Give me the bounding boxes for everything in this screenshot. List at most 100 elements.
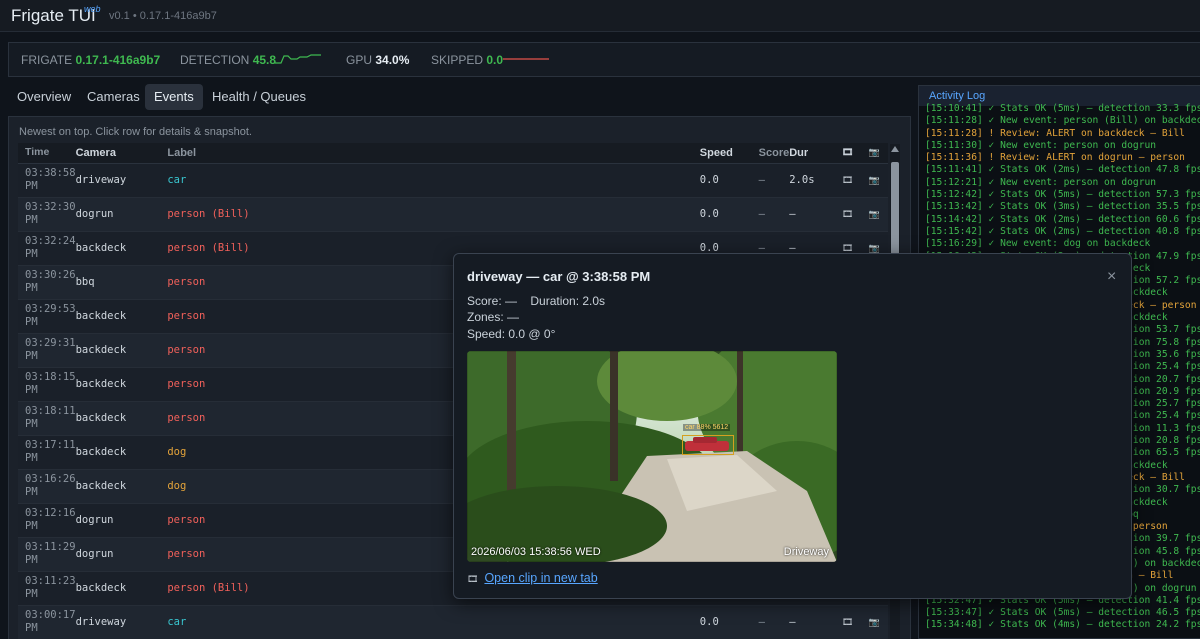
stat-skipped-value: 0.0: [486, 53, 504, 67]
tab-health-queues[interactable]: Health / Queues: [203, 84, 315, 110]
log-line: [15:11:30] ✓ New event: person on dogrun: [925, 139, 1157, 151]
log-line: [15:10:41] ✓ Stats OK (5ms) — detection …: [925, 103, 1200, 114]
film-icon[interactable]: 🎞: [834, 163, 862, 198]
event-row[interactable]: 03:38:58 PM driveway car 0.0—2.0s 🎞 📷: [18, 163, 888, 198]
col-camera[interactable]: Camera: [75, 143, 168, 164]
event-time: 03:29:53 PM: [18, 299, 76, 334]
event-time: 03:18:15 PM: [18, 367, 76, 402]
detection-sparkline: [275, 54, 321, 64]
camera-icon[interactable]: 📷: [861, 163, 888, 198]
events-header-row: Time Camera Label Speed Score Dur 🎞 📷: [18, 143, 888, 164]
col-time[interactable]: Time: [18, 143, 76, 164]
col-clip-icon: 🎞: [834, 143, 862, 164]
col-dur[interactable]: Dur: [789, 143, 835, 164]
events-hint: Newest on top. Click row for details & s…: [19, 126, 252, 138]
stat-detection-label: DETECTION: [180, 53, 250, 67]
stats-bar: FRIGATE 0.17.1-416a9b7 DETECTION 45.8 GP…: [8, 42, 1200, 77]
log-line: [15:11:36] ! Review: ALERT on dogrun — p…: [925, 152, 1185, 164]
stat-detection: DETECTION 45.8: [180, 53, 276, 67]
event-label: car: [167, 163, 700, 198]
app-version: v0.1 • 0.17.1-416a9b7: [109, 10, 217, 22]
modal-zones: Zones: —: [467, 310, 520, 324]
event-camera: backdeck: [75, 367, 168, 402]
event-snapshot-image[interactable]: car 88% 5612 2026/06/03 15:38:56 WED Dri…: [467, 351, 837, 562]
event-camera: backdeck: [75, 571, 168, 606]
event-detail-modal: driveway — car @ 3:38:58 PM × Score: — D…: [453, 253, 1132, 599]
event-speed: 0.0: [699, 163, 759, 198]
event-duration: 2.0s: [789, 163, 835, 198]
film-icon[interactable]: 🎞: [834, 605, 862, 639]
log-line: [15:14:42] ✓ Stats OK (2ms) — detection …: [925, 213, 1200, 225]
camera-icon[interactable]: 📷: [861, 197, 888, 232]
event-time: 03:16:26 PM: [18, 469, 76, 504]
event-label: person (Bill): [167, 197, 700, 232]
stat-skipped-label: SKIPPED: [431, 53, 484, 67]
event-speed: 0.0: [699, 605, 759, 639]
event-camera: backdeck: [75, 435, 168, 470]
close-icon[interactable]: ×: [1107, 268, 1116, 286]
stat-detection-value: 45.8: [252, 53, 277, 67]
event-label: car: [167, 605, 700, 639]
event-camera: backdeck: [75, 231, 168, 266]
event-row[interactable]: 03:00:17 PM driveway car 0.0— — 🎞 📷: [18, 605, 888, 639]
event-camera: backdeck: [75, 299, 168, 334]
event-speed: 0.0: [699, 197, 759, 232]
stat-frigate: FRIGATE 0.17.1-416a9b7: [21, 53, 160, 67]
col-score[interactable]: Score: [758, 143, 790, 164]
modal-speed: Speed: 0.0 @ 0°: [467, 327, 556, 341]
event-time: 03:29:31 PM: [18, 333, 76, 368]
log-line: [15:11:28] ! Review: ALERT on backdeck —…: [925, 127, 1185, 139]
event-duration: —: [789, 605, 835, 639]
stat-gpu: GPU 34.0%: [346, 53, 409, 67]
event-camera: driveway: [75, 605, 168, 639]
col-label[interactable]: Label: [167, 143, 700, 164]
activity-log-title: Activity Log: [929, 90, 986, 102]
event-time: 03:32:24 PM: [18, 231, 76, 266]
event-duration: —: [789, 197, 835, 232]
modal-score-duration: Score: — Duration: 2.0s: [467, 294, 606, 308]
snapshot-timestamp: 2026/06/03 15:38:56 WED: [471, 546, 601, 558]
top-bar: Frigate TUI web v0.1 • 0.17.1-416a9b7: [0, 0, 1200, 32]
log-line: [15:11:41] ✓ Stats OK (2ms) — detection …: [925, 164, 1200, 176]
event-row[interactable]: 03:32:30 PM dogrun person (Bill) 0.0— — 🎞 📷: [18, 197, 888, 232]
tab-overview[interactable]: Overview: [8, 84, 80, 110]
film-icon[interactable]: 🎞: [834, 197, 862, 232]
scroll-up-icon[interactable]: [891, 146, 899, 152]
event-camera: backdeck: [75, 333, 168, 368]
event-time: 03:18:11 PM: [18, 401, 76, 436]
camera-icon[interactable]: 📷: [861, 605, 888, 639]
event-camera: backdeck: [75, 401, 168, 436]
detection-label: car 88% 5612: [683, 424, 731, 431]
tab-cameras[interactable]: Cameras: [78, 84, 149, 110]
event-camera: dogrun: [75, 503, 168, 538]
log-line: [15:15:42] ✓ Stats OK (2ms) — detection …: [925, 225, 1200, 237]
tab-events[interactable]: Events: [145, 84, 203, 110]
log-line: [15:11:28] ✓ New event: person (Bill) on…: [925, 115, 1200, 127]
stat-skipped: SKIPPED 0.0: [431, 53, 503, 67]
event-time: 03:32:30 PM: [18, 197, 76, 232]
stat-gpu-label: GPU: [346, 53, 373, 67]
event-time: 03:11:23 PM: [18, 571, 76, 606]
event-score: —: [758, 197, 790, 232]
event-score: —: [758, 163, 790, 198]
event-score: —: [758, 605, 790, 639]
open-clip-link[interactable]: 🎞 Open clip in new tab: [467, 571, 598, 585]
event-time: 03:17:11 PM: [18, 435, 76, 470]
event-camera: bbq: [75, 265, 168, 300]
app-superscript: web: [84, 4, 101, 14]
modal-title: driveway — car @ 3:38:58 PM: [467, 269, 651, 284]
event-camera: dogrun: [75, 537, 168, 572]
event-time: 03:30:26 PM: [18, 265, 76, 300]
log-line: [15:12:42] ✓ Stats OK (5ms) — detection …: [925, 189, 1200, 201]
skipped-sparkline: [503, 58, 549, 60]
snapshot-camera-name: Driveway: [783, 546, 829, 558]
event-camera: backdeck: [75, 469, 168, 504]
stat-frigate-label: FRIGATE: [21, 53, 73, 67]
log-line: [15:12:21] ✓ New event: person on dogrun: [925, 176, 1157, 188]
col-speed[interactable]: Speed: [699, 143, 759, 164]
log-line: [15:13:42] ✓ Stats OK (3ms) — detection …: [925, 201, 1200, 213]
log-line: [15:16:29] ✓ New event: dog on backdeck: [925, 238, 1151, 250]
event-camera: dogrun: [75, 197, 168, 232]
detection-bounding-box: [682, 435, 734, 455]
film-icon: 🎞: [467, 574, 479, 584]
